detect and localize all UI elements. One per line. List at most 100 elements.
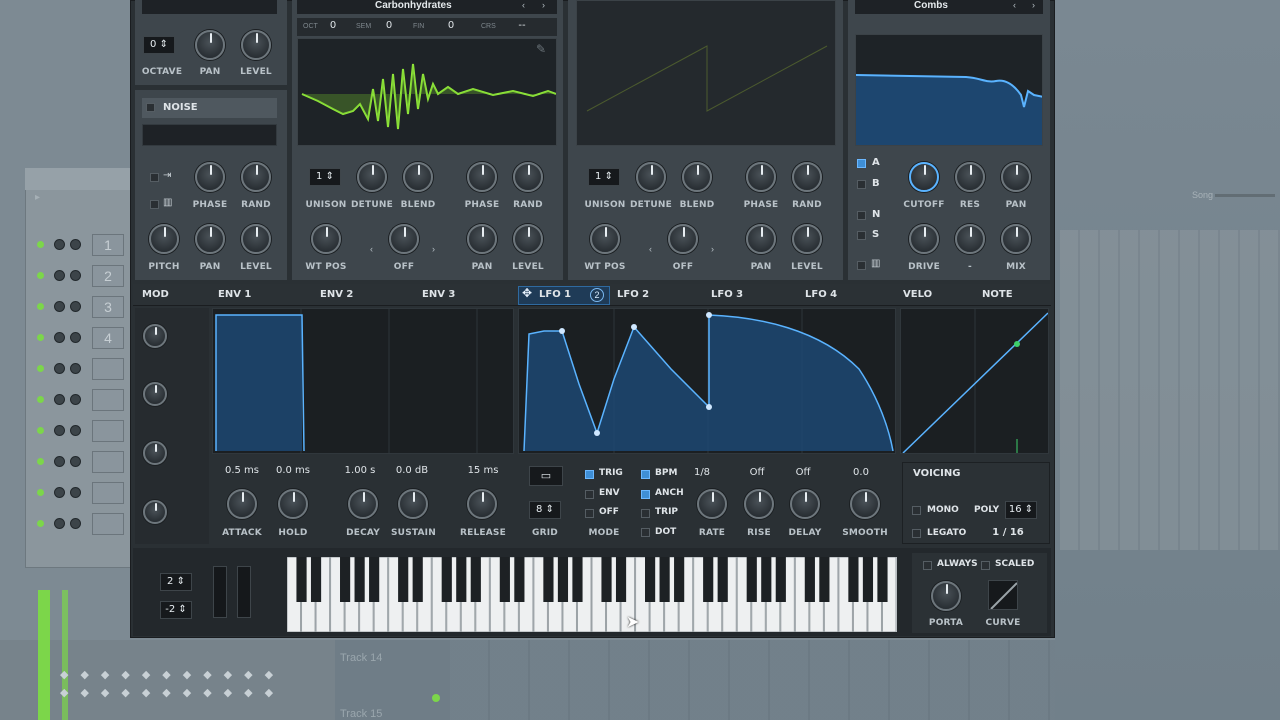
lfo-rise-value[interactable]: Off	[737, 467, 777, 478]
black-key[interactable]	[659, 557, 670, 602]
lfo-grid-spinner[interactable]: 8 ⇕	[529, 501, 561, 519]
fin-value[interactable]: 0	[446, 20, 456, 31]
legato-checkbox[interactable]	[912, 529, 921, 538]
black-key[interactable]	[862, 557, 874, 602]
channel-pan-knob[interactable]	[70, 518, 81, 529]
lfo-trip-checkbox[interactable]	[641, 509, 650, 518]
black-key[interactable]	[645, 557, 656, 602]
noise-pan-knob[interactable]	[195, 224, 225, 254]
osc-b-level-knob[interactable]	[792, 224, 822, 254]
osc-a-warp-next-icon[interactable]: ›	[432, 244, 435, 254]
channel-pan-knob[interactable]	[70, 301, 81, 312]
track-dot[interactable]	[432, 694, 440, 702]
osc-a-wave-display[interactable]	[297, 38, 557, 146]
noise-sample-display[interactable]	[142, 124, 277, 146]
osc-a-detune-knob[interactable]	[357, 162, 387, 192]
noise-pitch-knob[interactable]	[149, 224, 179, 254]
filter-type-name[interactable]: Combs	[914, 0, 948, 11]
filter-mix-knob[interactable]	[1001, 224, 1031, 254]
channel-pan-knob[interactable]	[70, 456, 81, 467]
channel-mute-led[interactable]	[37, 365, 44, 372]
sub-level-knob[interactable]	[241, 30, 271, 60]
tab-mod[interactable]: MOD	[142, 289, 169, 300]
black-key[interactable]	[340, 557, 351, 602]
env-attack-knob[interactable]	[227, 489, 257, 519]
channel-mute-led[interactable]	[37, 241, 44, 248]
channel-pad[interactable]: 2	[92, 265, 124, 287]
channel-pad[interactable]	[92, 451, 124, 473]
channel-mute-led[interactable]	[37, 396, 44, 403]
edit-pencil-icon[interactable]: ✎	[536, 42, 546, 56]
env-release-knob[interactable]	[467, 489, 497, 519]
osc-b-warp-prev-icon[interactable]: ‹	[649, 244, 652, 254]
channel-pad[interactable]	[92, 389, 124, 411]
channel-volume-knob[interactable]	[54, 270, 65, 281]
osc-a-wtpos-knob[interactable]	[311, 224, 341, 254]
channel-volume-knob[interactable]	[54, 456, 65, 467]
noise-level-knob[interactable]	[241, 224, 271, 254]
osc-b-detune-knob[interactable]	[636, 162, 666, 192]
black-key[interactable]	[470, 557, 481, 602]
tab-velo[interactable]: VELO	[903, 289, 932, 300]
black-key[interactable]	[296, 557, 307, 602]
channel-volume-knob[interactable]	[54, 394, 65, 405]
poly-spinner[interactable]: 16 ⇕	[1005, 501, 1037, 519]
black-key[interactable]	[412, 557, 423, 602]
noise-oneshot-checkbox[interactable]	[150, 173, 159, 182]
black-key[interactable]	[557, 557, 569, 602]
channel-pad[interactable]: 3	[92, 296, 124, 318]
oct-value[interactable]: 0	[328, 20, 338, 31]
channel-pad[interactable]	[92, 420, 124, 442]
black-key[interactable]	[703, 557, 714, 602]
channel-pan-knob[interactable]	[70, 425, 81, 436]
filter-pan-knob[interactable]	[1001, 162, 1031, 192]
lfo-anch-checkbox[interactable]	[641, 490, 650, 499]
osc-a-warp-prev-icon[interactable]: ‹	[370, 244, 373, 254]
osc-a-warp-knob[interactable]	[389, 224, 419, 254]
env-decay-value[interactable]: 1.00 s	[335, 465, 385, 476]
channel-volume-knob[interactable]	[54, 518, 65, 529]
velo-display[interactable]	[900, 308, 1049, 454]
env-sustain-value[interactable]: 0.0 dB	[387, 465, 437, 476]
black-key[interactable]	[354, 557, 365, 602]
channel-mute-led[interactable]	[37, 303, 44, 310]
lfo-bpm-checkbox[interactable]	[641, 470, 650, 479]
mono-checkbox[interactable]	[912, 506, 921, 515]
lfo-rate-knob[interactable]	[697, 489, 727, 519]
song-slider[interactable]	[1215, 194, 1275, 197]
channel-volume-knob[interactable]	[54, 487, 65, 498]
pitch-wheel[interactable]	[213, 566, 227, 618]
mod-wheel[interactable]	[237, 566, 251, 618]
octave-up-spinner[interactable]: 2 ⇕	[160, 573, 192, 591]
channel-pan-knob[interactable]	[70, 239, 81, 250]
filter-keytrack-checkbox[interactable]	[857, 261, 866, 270]
lfo1-drag-icon[interactable]: ✥	[522, 286, 532, 300]
scaled-checkbox[interactable]	[981, 561, 990, 570]
osc-a-unison-spinner[interactable]: 1 ⇕	[309, 168, 341, 186]
filter-route-s-checkbox[interactable]	[857, 231, 866, 240]
env-release-value[interactable]: 15 ms	[458, 465, 508, 476]
osc-b-pan-knob[interactable]	[746, 224, 776, 254]
osc-a-next-arrow-icon[interactable]: ›	[542, 0, 545, 10]
channel-pad[interactable]	[92, 358, 124, 380]
filter-route-a-checkbox[interactable]	[857, 159, 866, 168]
noise-keytrack-checkbox[interactable]	[150, 200, 159, 209]
piano-keyboard[interactable]	[286, 556, 897, 633]
noise-rand-knob[interactable]	[241, 162, 271, 192]
black-key[interactable]	[717, 557, 728, 602]
filter-var-knob[interactable]	[955, 224, 985, 254]
black-key[interactable]	[514, 557, 525, 602]
lfo-delay-knob[interactable]	[790, 489, 820, 519]
tab-lfo2[interactable]: LFO 2	[617, 289, 649, 300]
channel-volume-knob[interactable]	[54, 363, 65, 374]
black-key[interactable]	[615, 557, 627, 602]
porta-knob[interactable]	[931, 581, 961, 611]
noise-enable-checkbox[interactable]	[146, 103, 155, 112]
channel-volume-knob[interactable]	[54, 332, 65, 343]
octave-spinner[interactable]: 0 ⇕	[143, 36, 175, 54]
mod-slot-2-knob[interactable]	[143, 382, 167, 406]
black-key[interactable]	[819, 557, 830, 602]
filter-res-knob[interactable]	[955, 162, 985, 192]
channel-mute-led[interactable]	[37, 427, 44, 434]
lfo-trig-checkbox[interactable]	[585, 470, 594, 479]
